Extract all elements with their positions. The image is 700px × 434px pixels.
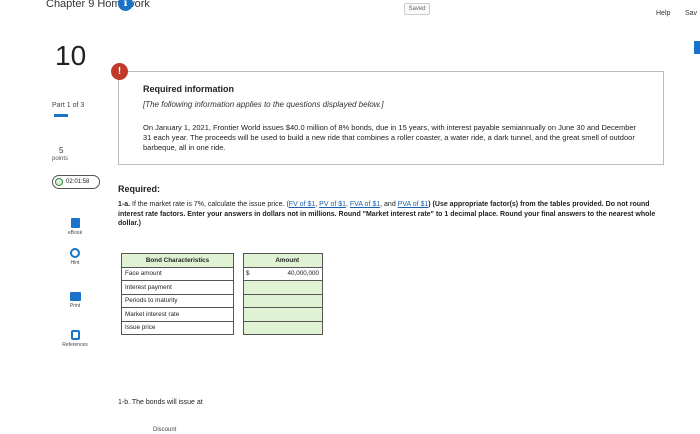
issue-price-input[interactable] [252,320,324,335]
references-icon [70,330,80,340]
part-progress-bar [54,114,68,117]
part-b-prompt: 1-b. The bonds will issue at [118,399,203,406]
required-instructions: 1-a. If the market rate is 7%, calculate… [118,200,666,229]
fv-link[interactable]: FV of $1 [289,201,315,208]
row-label: Face amount [121,266,234,281]
table-row: Periods to maturity [121,293,324,308]
clock-icon [55,178,63,186]
references-label: References [62,342,88,348]
face-amount-value: 40,000,000 [252,266,324,281]
pva-link[interactable]: PVA of $1 [398,201,429,208]
info-heading: Required information [143,84,235,94]
periods-input[interactable] [252,293,324,308]
points-label: points [52,156,69,162]
bond-table: Bond Characteristics Amount Face amount … [121,253,324,335]
save-link[interactable]: Sav [685,10,697,17]
instr-text-1: If the market rate is 7%, calculate the … [130,201,289,208]
assignment-title: Chapter 9 Homework [46,0,150,10]
ebook-label: eBook [67,230,83,236]
sep-and: , and [380,201,398,208]
bond-char-header: Bond Characteristics [121,253,234,268]
hint-icon [70,248,80,258]
table-row: Issue price [121,320,324,335]
hint-button[interactable]: Hint [50,248,100,266]
part-prefix: 1-a. [118,201,131,208]
table-row: Face amount $ 40,000,000 [121,266,324,281]
info-subheading: [The following information applies to th… [143,100,384,109]
hint-label: Hint [70,260,80,266]
question-number: 10 [55,40,87,71]
print-icon [69,292,81,301]
ebook-button[interactable]: eBook [50,218,100,236]
points-value: 5 [59,146,64,155]
interest-payment-input[interactable] [252,280,324,295]
row-label: Issue price [121,320,234,335]
print-label: Print [69,303,81,309]
alert-icon: ! [111,63,128,80]
row-label: Interest payment [121,280,234,295]
market-rate-input[interactable] [252,307,324,322]
info-paragraph: On January 1, 2021, Frontier World issue… [143,123,637,152]
fva-link[interactable]: FVA of $1 [350,201,380,208]
saved-status: Saved [404,3,430,15]
pv-link[interactable]: PV of $1 [319,201,346,208]
row-label: Market interest rate [121,307,234,322]
currency-symbol: $ [242,266,253,281]
row-label: Periods to maturity [121,293,234,308]
part-indicator: Part 1 of 3 [52,102,85,109]
scroll-indicator [694,41,700,54]
print-button[interactable]: Print [50,292,100,309]
ebook-icon [70,218,80,228]
help-link[interactable]: Help [656,10,670,17]
table-row: Market interest rate [121,307,324,322]
table-row: Interest payment [121,280,324,295]
amount-header: Amount [252,253,324,268]
references-button[interactable]: References [50,330,100,348]
required-heading: Required: [118,184,161,194]
discount-option[interactable]: Discount [153,427,176,433]
